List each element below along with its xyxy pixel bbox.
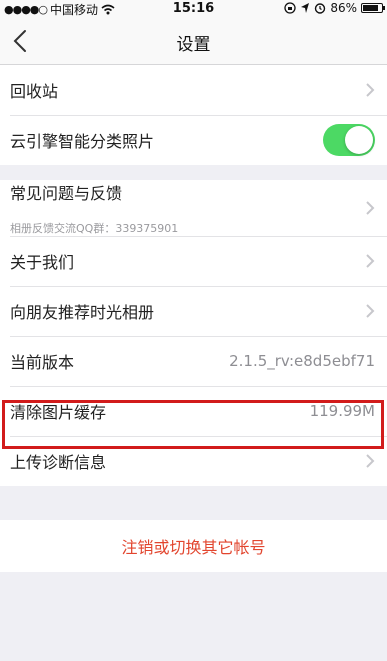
- clear-cache-row[interactable]: 清除图片缓存 119.99M: [0, 386, 387, 436]
- version-row: 当前版本 2.1.5_rv:e8d5ebf71: [0, 336, 387, 386]
- recommend-row[interactable]: 向朋友推荐时光相册: [0, 286, 387, 336]
- chevron-right-icon: [366, 83, 375, 97]
- battery-icon: [361, 3, 385, 13]
- upload-diagnostics-label: 上传诊断信息: [10, 453, 107, 472]
- about-row[interactable]: 关于我们: [0, 236, 387, 286]
- status-right: 86%: [284, 1, 385, 15]
- cloud-classify-toggle[interactable]: [323, 124, 375, 156]
- nav-bar: 设置: [0, 18, 387, 65]
- faq-row[interactable]: 常见问题与反馈 相册反馈交流QQ群：339375901: [0, 180, 387, 236]
- recommend-label: 向朋友推荐时光相册: [10, 303, 155, 322]
- version-value: 2.1.5_rv:e8d5ebf71: [229, 352, 375, 370]
- about-label: 关于我们: [10, 253, 75, 272]
- settings-group-storage: 回收站 云引擎智能分类照片: [0, 65, 387, 165]
- recycle-bin-row[interactable]: 回收站: [0, 65, 387, 115]
- page-title: 设置: [176, 35, 211, 55]
- faq-subtitle: 相册反馈交流QQ群：339375901: [10, 222, 179, 235]
- chevron-right-icon: [366, 254, 375, 268]
- location-icon: [301, 3, 310, 13]
- faq-label: 常见问题与反馈: [10, 184, 123, 203]
- lock-rotation-icon: [284, 2, 296, 14]
- recycle-bin-label: 回收站: [10, 82, 59, 101]
- chevron-right-icon: [366, 454, 375, 468]
- status-bar: ●●●●○ 中国移动 15:16 86%: [0, 0, 387, 18]
- cloud-classify-row: 云引擎智能分类照片: [0, 115, 387, 165]
- upload-diagnostics-row[interactable]: 上传诊断信息: [0, 436, 387, 486]
- battery-percent: 86%: [330, 1, 357, 15]
- chevron-right-icon: [366, 304, 375, 318]
- logout-label: 注销或切换其它帐号: [121, 538, 266, 557]
- alarm-icon: [315, 3, 326, 14]
- cloud-classify-label: 云引擎智能分类照片: [10, 132, 155, 151]
- chevron-right-icon: [366, 201, 375, 215]
- toggle-knob: [345, 126, 373, 154]
- settings-group-info: 常见问题与反馈 相册反馈交流QQ群：339375901 关于我们 向朋友推荐时光…: [0, 180, 387, 486]
- logout-button[interactable]: 注销或切换其它帐号: [0, 520, 387, 572]
- clear-cache-label: 清除图片缓存: [10, 403, 107, 422]
- version-label: 当前版本: [10, 353, 75, 372]
- cache-size-value: 119.99M: [309, 402, 375, 420]
